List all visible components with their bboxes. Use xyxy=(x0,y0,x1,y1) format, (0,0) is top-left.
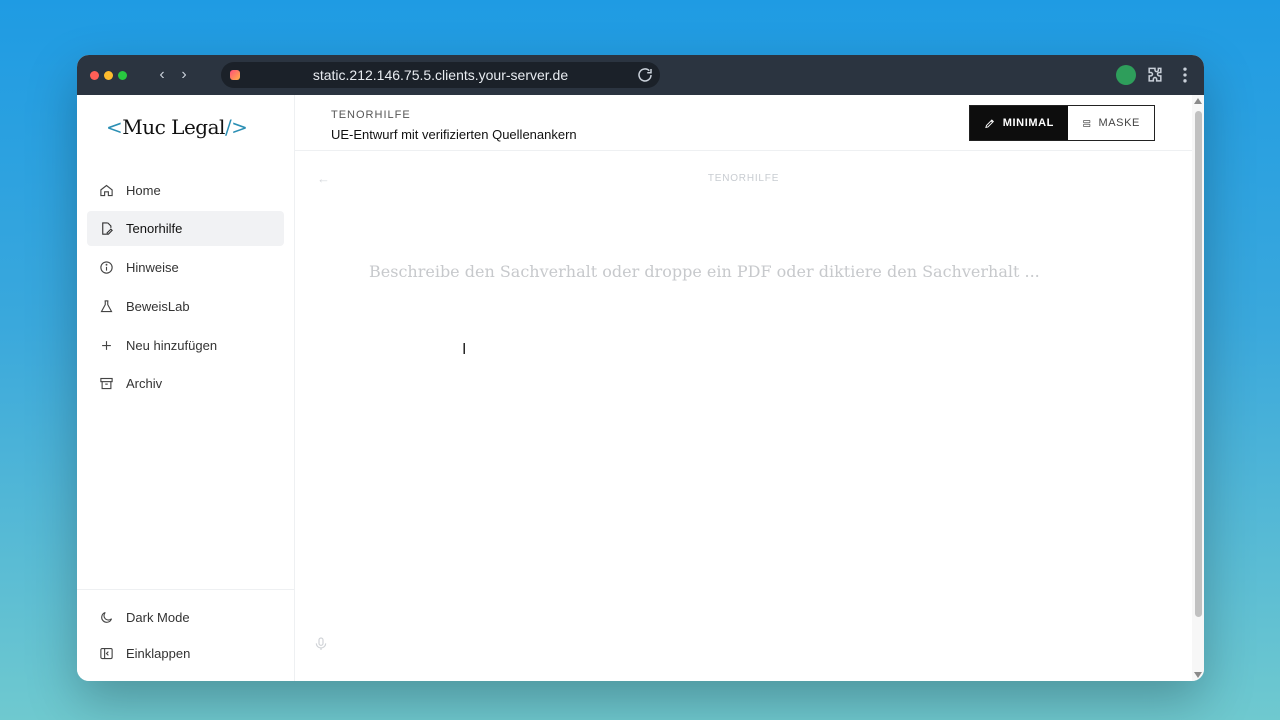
reload-icon[interactable] xyxy=(636,66,654,84)
text-cursor-icon: I xyxy=(462,341,467,358)
scroll-down-icon[interactable] xyxy=(1194,672,1202,678)
mode-maske-label: MASKE xyxy=(1098,117,1140,129)
sidebar-item-label: Hinweise xyxy=(126,260,179,275)
page-subtitle: UE-Entwurf mit verifizierten Quellenanke… xyxy=(331,127,577,142)
sidebar-item-label: Neu hinzufügen xyxy=(126,338,218,353)
document-edit-icon xyxy=(102,222,113,235)
sidebar-item-archiv[interactable]: Archiv xyxy=(87,366,284,401)
logo-text: Muc Legal xyxy=(122,115,225,139)
page-content: <Muc Legal/> Home Tenorhilfe Hinweise Be… xyxy=(77,95,1204,681)
dark-mode-label: Dark Mode xyxy=(126,610,190,625)
minimize-window-button[interactable] xyxy=(104,71,113,80)
url-text: static.212.146.75.5.clients.your-server.… xyxy=(312,67,569,83)
maximize-window-button[interactable] xyxy=(118,71,127,80)
extensions-puzzle-icon[interactable] xyxy=(1145,65,1165,85)
mode-minimal-label: MINIMAL xyxy=(1002,117,1054,129)
sidebar-item-label: BeweisLab xyxy=(126,299,190,314)
collapse-sidebar-button[interactable]: Einklappen xyxy=(87,636,284,671)
app-logo[interactable]: <Muc Legal/> xyxy=(106,115,248,139)
address-bar[interactable]: static.212.146.75.5.clients.your-server.… xyxy=(221,62,660,88)
mode-switch: MINIMAL MASKE xyxy=(969,105,1155,141)
sidebar-item-label: Archiv xyxy=(126,376,163,391)
archive-icon xyxy=(100,377,113,390)
page-scrollbar[interactable] xyxy=(1192,95,1204,681)
main-panel: TENORHILFE UE-Entwurf mit verifizierten … xyxy=(295,95,1192,681)
sidebar: <Muc Legal/> Home Tenorhilfe Hinweise Be… xyxy=(77,95,295,681)
collapse-sidebar-icon xyxy=(100,647,113,660)
form-layout-icon xyxy=(1083,119,1091,127)
dark-mode-toggle[interactable]: Dark Mode xyxy=(87,600,284,635)
plus-icon xyxy=(102,341,111,350)
sidebar-item-label: Home xyxy=(126,183,161,198)
sidebar-item-label: Tenorhilfe xyxy=(126,221,183,236)
page-header: TENORHILFE UE-Entwurf mit verifizierten … xyxy=(295,95,1192,151)
sidebar-item-neu-hinzufuegen[interactable]: Neu hinzufügen xyxy=(87,328,284,363)
close-window-button[interactable] xyxy=(90,71,99,80)
home-icon xyxy=(100,184,113,197)
browser-back-icon[interactable]: ‹ xyxy=(154,66,170,84)
flask-icon xyxy=(100,300,113,313)
mode-maske-button[interactable]: MASKE xyxy=(1068,106,1154,140)
sachverhalt-input[interactable] xyxy=(369,255,1069,287)
profile-avatar-icon[interactable] xyxy=(1116,65,1136,85)
page-eyebrow: TENORHILFE xyxy=(331,109,411,121)
mode-minimal-button[interactable]: MINIMAL xyxy=(970,106,1068,140)
section-label: TENORHILFE xyxy=(707,173,780,184)
sidebar-item-home[interactable]: Home xyxy=(87,173,284,208)
logo-bracket-left: < xyxy=(106,115,123,139)
browser-menu-icon[interactable] xyxy=(1175,65,1195,85)
browser-window: ‹ › static.212.146.75.5.clients.your-ser… xyxy=(77,55,1204,681)
sidebar-divider xyxy=(77,589,294,590)
logo-bracket-right: /> xyxy=(224,115,248,139)
sidebar-item-tenorhilfe[interactable]: Tenorhilfe xyxy=(87,211,284,246)
scrollbar-thumb[interactable] xyxy=(1195,111,1202,617)
sidebar-item-beweislab[interactable]: BeweisLab xyxy=(87,289,284,324)
collapse-sidebar-label: Einklappen xyxy=(126,646,191,661)
sidebar-item-hinweise[interactable]: Hinweise xyxy=(87,250,284,285)
microphone-icon[interactable] xyxy=(313,635,329,653)
browser-forward-icon[interactable]: › xyxy=(176,66,192,84)
pencil-icon xyxy=(985,118,994,128)
moon-icon xyxy=(101,611,113,623)
info-icon xyxy=(100,261,113,274)
browser-titlebar: ‹ › static.212.146.75.5.clients.your-ser… xyxy=(77,55,1204,95)
scroll-up-icon[interactable] xyxy=(1194,98,1202,104)
